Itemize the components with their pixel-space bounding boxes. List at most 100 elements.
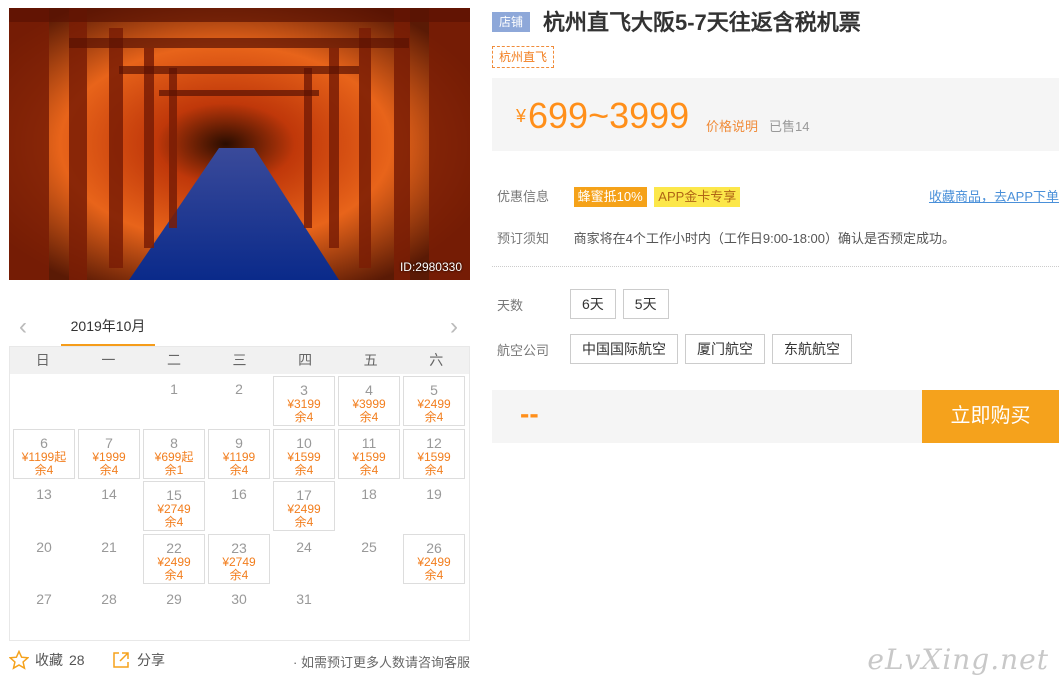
day-number: 23 (231, 539, 247, 556)
day-number: 5 (430, 382, 438, 398)
calendar-day[interactable]: 11 ¥1599 余4 (338, 428, 400, 479)
sold-count: 已售14 (769, 119, 810, 134)
calendar-day[interactable]: 6 ¥1199起 余4 (13, 428, 75, 479)
weekday-wed: 三 (232, 352, 247, 368)
calendar-month-tab[interactable]: 2019年10月 (61, 312, 155, 346)
bottom-bar: 收藏 28 分享 · 如需预订更多人数请咨询客服 (9, 650, 470, 674)
day-number: 20 (36, 538, 52, 555)
day-remaining: 余4 (424, 567, 444, 582)
calendar: 日 一 二 三 四 五 六 1 2 3 ¥3199 余4 4 ¥3999 余4 5 ¥2499 余4… (9, 346, 470, 641)
airline-option-eastern[interactable]: 东航航空 (772, 334, 852, 364)
days-option-6[interactable]: 6天 (570, 289, 616, 319)
share-button[interactable]: 分享 (111, 650, 165, 670)
calendar-day[interactable]: 23 ¥2749 余4 (208, 533, 270, 584)
favorite-label: 收藏 (35, 652, 63, 668)
day-number: 4 (365, 382, 373, 398)
buy-bar: -- 立即购买 (492, 390, 1059, 443)
days-label: 天数 (497, 297, 524, 313)
promo-row: 优惠信息 蜂蜜抵10% APP金卡专享 (497, 186, 741, 207)
more-people-tip: · 如需预订更多人数请咨询客服 (293, 655, 470, 670)
weekday-tue: 二 (166, 352, 181, 368)
airline-label: 航空公司 (497, 342, 550, 358)
buy-now-button[interactable]: 立即购买 (922, 390, 1059, 443)
price-value: 699~3999 (528, 95, 690, 136)
day-number: 25 (361, 538, 377, 555)
calendar-day[interactable]: 10 ¥1599 余4 (273, 428, 335, 479)
calendar-day[interactable]: 3 ¥3199 余4 (273, 376, 335, 426)
days-row: 天数 6天 5天 (497, 289, 676, 319)
shop-badge: 店铺 (492, 12, 530, 32)
day-number: 19 (426, 486, 442, 503)
day-number: 30 (231, 591, 247, 608)
day-number: 28 (101, 591, 117, 608)
product-title: 杭州直飞大阪5-7天往返含税机票 (543, 10, 861, 35)
promo-label: 优惠信息 (497, 189, 550, 204)
calendar-day: 1 (143, 376, 205, 426)
next-month-icon[interactable]: › (444, 315, 464, 340)
calendar-day: 29 (143, 586, 205, 636)
day-price: ¥1599 (417, 449, 451, 464)
favorite-count: 28 (69, 652, 85, 668)
calendar-day[interactable]: 22 ¥2499 余4 (143, 533, 205, 584)
calendar-day: 20 (13, 534, 75, 584)
calendar-day[interactable]: 4 ¥3999 余4 (338, 376, 400, 426)
day-number: 13 (36, 486, 52, 503)
days-option-5[interactable]: 5天 (622, 289, 669, 319)
day-remaining: 余4 (294, 515, 314, 530)
airline-option-air-china[interactable]: 中国国际航空 (570, 334, 678, 364)
calendar-day: 19 (403, 481, 465, 531)
day-number: 15 (166, 487, 182, 504)
calendar-day[interactable]: 8 ¥699起 余1 (143, 428, 205, 479)
calendar-day: 30 (208, 586, 270, 636)
day-number: 18 (361, 486, 377, 503)
day-number: 7 (105, 434, 113, 451)
calendar-day: 18 (338, 481, 400, 531)
store-name-tag[interactable]: 杭州直飞 (492, 46, 555, 68)
day-remaining: 余4 (99, 462, 119, 477)
calendar-day: 31 (273, 586, 335, 636)
day-remaining: 余4 (359, 462, 379, 477)
day-number: 31 (296, 591, 312, 608)
day-number: 29 (166, 591, 182, 608)
calendar-day[interactable]: 9 ¥1199 余4 (208, 428, 270, 479)
day-number: 22 (166, 539, 182, 556)
day-price: ¥1199起 (21, 449, 67, 464)
calendar-empty-cell (78, 376, 140, 426)
favorite-app-link[interactable]: 收藏商品，去APP下单 (929, 186, 1059, 205)
day-price: ¥1599 (287, 449, 321, 464)
calendar-day: 13 (13, 481, 75, 531)
calendar-day[interactable]: 26 ¥2499 余4 (403, 533, 465, 584)
notice-text: 商家将在4个工作小时内（工作日9:00-18:00）确认是否预定成功。 (573, 231, 956, 246)
site-watermark: eLvXing.net (867, 643, 1049, 676)
day-number: 9 (235, 434, 243, 451)
app-gold-card-badge: APP金卡专享 (654, 187, 741, 207)
currency-symbol: ¥ (516, 106, 527, 126)
favorite-button[interactable]: 收藏 28 (9, 650, 85, 670)
weekday-thu: 四 (298, 352, 313, 368)
calendar-day[interactable]: 15 ¥2749 余4 (143, 481, 205, 532)
star-icon (9, 650, 29, 670)
calendar-weekdays: 日 一 二 三 四 五 六 (10, 347, 469, 374)
airline-option-xiamen[interactable]: 厦门航空 (685, 334, 765, 364)
calendar-day[interactable]: 7 ¥1999 余4 (78, 428, 140, 479)
day-number: 12 (426, 434, 442, 451)
day-price: ¥2499 (157, 554, 191, 569)
day-remaining: 余4 (424, 462, 444, 477)
calendar-day[interactable]: 12 ¥1599 余4 (403, 428, 465, 479)
notice-row: 预订须知 商家将在4个工作小时内（工作日9:00-18:00）确认是否预定成功。 (497, 228, 955, 247)
calendar-day: 21 (78, 534, 140, 584)
product-photo: ID:2980330 (9, 8, 470, 280)
day-number: 27 (36, 591, 52, 608)
airline-row: 航空公司 中国国际航空 厦门航空 东航航空 (497, 334, 859, 364)
share-label: 分享 (137, 652, 165, 668)
day-price: ¥699起 (154, 449, 194, 464)
price-note-link[interactable]: 价格说明 (706, 116, 758, 135)
prev-month-icon[interactable]: ‹ (13, 315, 33, 340)
calendar-day[interactable]: 17 ¥2499 余4 (273, 481, 335, 532)
price-box: ¥699~3999 价格说明 已售14 (492, 78, 1059, 151)
calendar-day[interactable]: 5 ¥2499 余4 (403, 376, 465, 426)
calendar-day: 28 (78, 586, 140, 636)
day-number: 17 (296, 487, 312, 504)
day-remaining: 余1 (164, 462, 184, 477)
calendar-day: 24 (273, 534, 335, 584)
